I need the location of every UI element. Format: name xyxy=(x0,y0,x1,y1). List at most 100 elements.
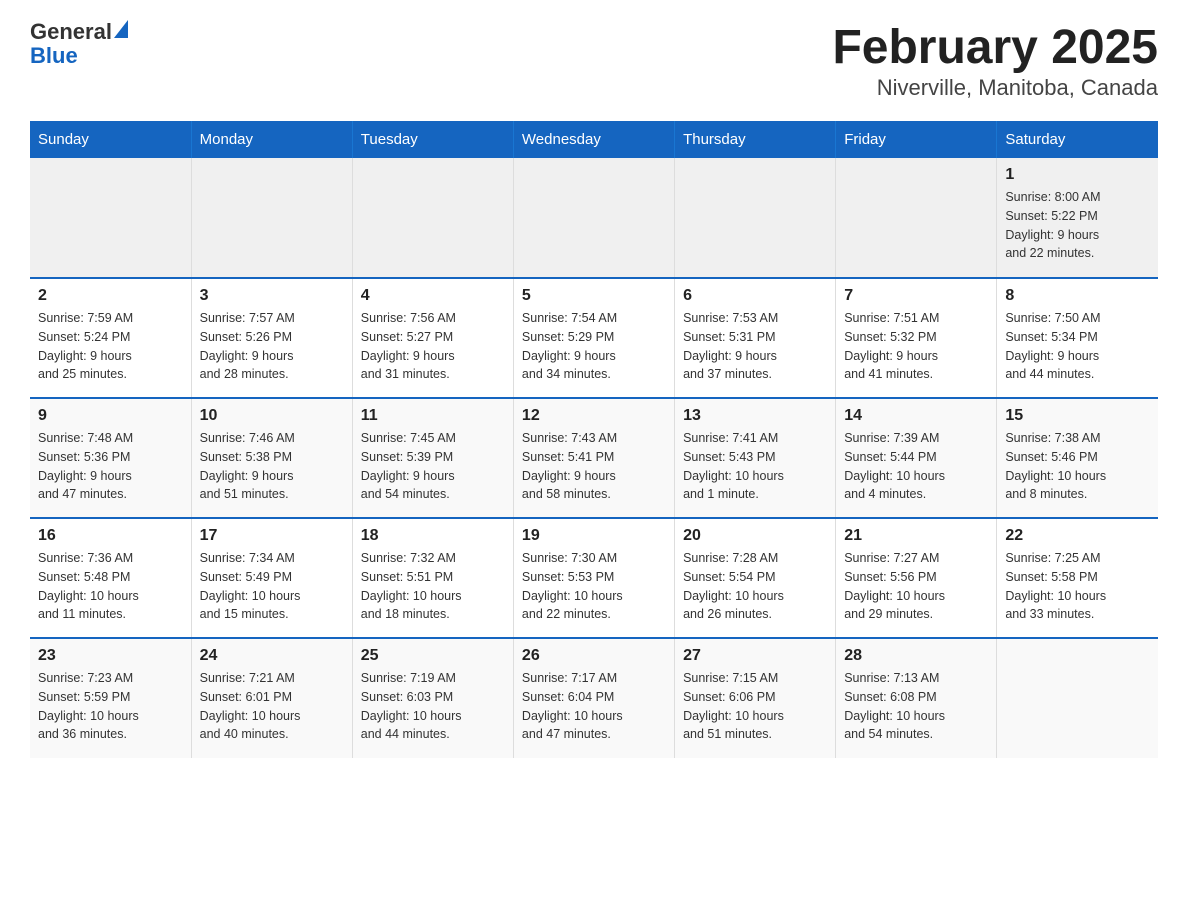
day-number: 12 xyxy=(522,407,666,425)
calendar-cell: 28 Sunrise: 7:13 AM Sunset: 6:08 PM Dayli… xyxy=(836,638,997,758)
day-info: Sunrise: 7:23 AM Sunset: 5:59 PM Dayligh… xyxy=(38,669,183,744)
calendar-cell: 19 Sunrise: 7:30 AM Sunset: 5:53 PM Dayli… xyxy=(513,518,674,638)
weekday-header-wednesday: Wednesday xyxy=(513,121,674,158)
logo-triangle-icon xyxy=(114,20,128,38)
weekday-header-saturday: Saturday xyxy=(997,121,1158,158)
calendar-cell: 20 Sunrise: 7:28 AM Sunset: 5:54 PM Dayli… xyxy=(675,518,836,638)
page-header: General Blue February 2025 Niverville, M… xyxy=(30,20,1158,101)
title-block: February 2025 Niverville, Manitoba, Cana… xyxy=(832,20,1158,101)
day-number: 15 xyxy=(1005,407,1150,425)
day-number: 24 xyxy=(200,647,344,665)
day-number: 22 xyxy=(1005,527,1150,545)
calendar-cell: 15Sunrise: 7:38 AM Sunset: 5:46 PM Dayli… xyxy=(997,398,1158,518)
calendar-cell: 26 Sunrise: 7:17 AM Sunset: 6:04 PM Dayli… xyxy=(513,638,674,758)
day-number: 20 xyxy=(683,527,827,545)
calendar-cell xyxy=(513,158,674,278)
day-info: Sunrise: 7:46 AM Sunset: 5:38 PM Dayligh… xyxy=(200,429,344,504)
calendar-cell xyxy=(30,158,191,278)
day-number: 14 xyxy=(844,407,988,425)
day-number: 16 xyxy=(38,527,183,545)
day-info: Sunrise: 7:41 AM Sunset: 5:43 PM Dayligh… xyxy=(683,429,827,504)
day-number: 13 xyxy=(683,407,827,425)
day-info: Sunrise: 7:13 AM Sunset: 6:08 PM Dayligh… xyxy=(844,669,988,744)
day-number: 18 xyxy=(361,527,505,545)
day-info: Sunrise: 7:28 AM Sunset: 5:54 PM Dayligh… xyxy=(683,549,827,624)
day-info: Sunrise: 7:34 AM Sunset: 5:49 PM Dayligh… xyxy=(200,549,344,624)
day-number: 9 xyxy=(38,407,183,425)
day-number: 2 xyxy=(38,287,183,305)
calendar-cell: 23Sunrise: 7:23 AM Sunset: 5:59 PM Dayli… xyxy=(30,638,191,758)
day-number: 1 xyxy=(1005,166,1150,184)
calendar-cell: 7Sunrise: 7:51 AM Sunset: 5:32 PM Daylig… xyxy=(836,278,997,398)
weekday-header-row: SundayMondayTuesdayWednesdayThursdayFrid… xyxy=(30,121,1158,158)
day-info: Sunrise: 7:19 AM Sunset: 6:03 PM Dayligh… xyxy=(361,669,505,744)
calendar-week-row: 16 Sunrise: 7:36 AM Sunset: 5:48 PM Dayli… xyxy=(30,518,1158,638)
calendar-cell xyxy=(352,158,513,278)
calendar-cell: 2Sunrise: 7:59 AM Sunset: 5:24 PM Daylig… xyxy=(30,278,191,398)
calendar-cell: 24 Sunrise: 7:21 AM Sunset: 6:01 PM Dayli… xyxy=(191,638,352,758)
day-number: 8 xyxy=(1005,287,1150,305)
day-info: Sunrise: 7:48 AM Sunset: 5:36 PM Dayligh… xyxy=(38,429,183,504)
day-info: Sunrise: 7:45 AM Sunset: 5:39 PM Dayligh… xyxy=(361,429,505,504)
day-info: Sunrise: 7:32 AM Sunset: 5:51 PM Dayligh… xyxy=(361,549,505,624)
day-info: Sunrise: 7:36 AM Sunset: 5:48 PM Dayligh… xyxy=(38,549,183,624)
calendar-table: SundayMondayTuesdayWednesdayThursdayFrid… xyxy=(30,121,1158,758)
calendar-cell: 5Sunrise: 7:54 AM Sunset: 5:29 PM Daylig… xyxy=(513,278,674,398)
day-info: Sunrise: 7:56 AM Sunset: 5:27 PM Dayligh… xyxy=(361,309,505,384)
calendar-cell: 6 Sunrise: 7:53 AM Sunset: 5:31 PM Daylig… xyxy=(675,278,836,398)
day-number: 21 xyxy=(844,527,988,545)
calendar-cell: 12 Sunrise: 7:43 AM Sunset: 5:41 PM Dayli… xyxy=(513,398,674,518)
day-info: Sunrise: 7:43 AM Sunset: 5:41 PM Dayligh… xyxy=(522,429,666,504)
day-info: Sunrise: 7:17 AM Sunset: 6:04 PM Dayligh… xyxy=(522,669,666,744)
calendar-cell xyxy=(997,638,1158,758)
day-info: Sunrise: 7:50 AM Sunset: 5:34 PM Dayligh… xyxy=(1005,309,1150,384)
calendar-cell: 9 Sunrise: 7:48 AM Sunset: 5:36 PM Daylig… xyxy=(30,398,191,518)
calendar-week-row: 23Sunrise: 7:23 AM Sunset: 5:59 PM Dayli… xyxy=(30,638,1158,758)
weekday-header-friday: Friday xyxy=(836,121,997,158)
calendar-cell: 21 Sunrise: 7:27 AM Sunset: 5:56 PM Dayli… xyxy=(836,518,997,638)
logo: General Blue xyxy=(30,20,128,68)
day-number: 11 xyxy=(361,407,505,425)
calendar-cell: 16 Sunrise: 7:36 AM Sunset: 5:48 PM Dayli… xyxy=(30,518,191,638)
day-info: Sunrise: 7:39 AM Sunset: 5:44 PM Dayligh… xyxy=(844,429,988,504)
day-number: 5 xyxy=(522,287,666,305)
calendar-cell xyxy=(675,158,836,278)
calendar-cell: 17 Sunrise: 7:34 AM Sunset: 5:49 PM Dayli… xyxy=(191,518,352,638)
page-title: February 2025 xyxy=(832,20,1158,75)
day-info: Sunrise: 7:27 AM Sunset: 5:56 PM Dayligh… xyxy=(844,549,988,624)
weekday-header-tuesday: Tuesday xyxy=(352,121,513,158)
day-number: 6 xyxy=(683,287,827,305)
day-number: 25 xyxy=(361,647,505,665)
day-info: Sunrise: 7:53 AM Sunset: 5:31 PM Dayligh… xyxy=(683,309,827,384)
logo-text-blue: Blue xyxy=(30,44,128,68)
calendar-cell: 8 Sunrise: 7:50 AM Sunset: 5:34 PM Daylig… xyxy=(997,278,1158,398)
logo-text-general: General xyxy=(30,20,112,44)
calendar-cell: 11 Sunrise: 7:45 AM Sunset: 5:39 PM Dayli… xyxy=(352,398,513,518)
day-info: Sunrise: 7:25 AM Sunset: 5:58 PM Dayligh… xyxy=(1005,549,1150,624)
day-info: Sunrise: 7:57 AM Sunset: 5:26 PM Dayligh… xyxy=(200,309,344,384)
calendar-cell xyxy=(836,158,997,278)
day-number: 19 xyxy=(522,527,666,545)
day-number: 7 xyxy=(844,287,988,305)
weekday-header-sunday: Sunday xyxy=(30,121,191,158)
weekday-header-thursday: Thursday xyxy=(675,121,836,158)
day-number: 28 xyxy=(844,647,988,665)
calendar-cell: 1Sunrise: 8:00 AM Sunset: 5:22 PM Daylig… xyxy=(997,158,1158,278)
day-number: 3 xyxy=(200,287,344,305)
day-number: 17 xyxy=(200,527,344,545)
calendar-cell: 13 Sunrise: 7:41 AM Sunset: 5:43 PM Dayli… xyxy=(675,398,836,518)
day-number: 27 xyxy=(683,647,827,665)
calendar-cell: 18 Sunrise: 7:32 AM Sunset: 5:51 PM Dayli… xyxy=(352,518,513,638)
weekday-header-monday: Monday xyxy=(191,121,352,158)
day-info: Sunrise: 7:21 AM Sunset: 6:01 PM Dayligh… xyxy=(200,669,344,744)
calendar-week-row: 2Sunrise: 7:59 AM Sunset: 5:24 PM Daylig… xyxy=(30,278,1158,398)
day-number: 10 xyxy=(200,407,344,425)
day-number: 26 xyxy=(522,647,666,665)
calendar-cell: 25 Sunrise: 7:19 AM Sunset: 6:03 PM Dayli… xyxy=(352,638,513,758)
calendar-week-row: 1Sunrise: 8:00 AM Sunset: 5:22 PM Daylig… xyxy=(30,158,1158,278)
day-info: Sunrise: 7:15 AM Sunset: 6:06 PM Dayligh… xyxy=(683,669,827,744)
page-subtitle: Niverville, Manitoba, Canada xyxy=(832,75,1158,101)
day-info: Sunrise: 7:30 AM Sunset: 5:53 PM Dayligh… xyxy=(522,549,666,624)
calendar-cell: 22 Sunrise: 7:25 AM Sunset: 5:58 PM Dayli… xyxy=(997,518,1158,638)
calendar-cell: 4Sunrise: 7:56 AM Sunset: 5:27 PM Daylig… xyxy=(352,278,513,398)
